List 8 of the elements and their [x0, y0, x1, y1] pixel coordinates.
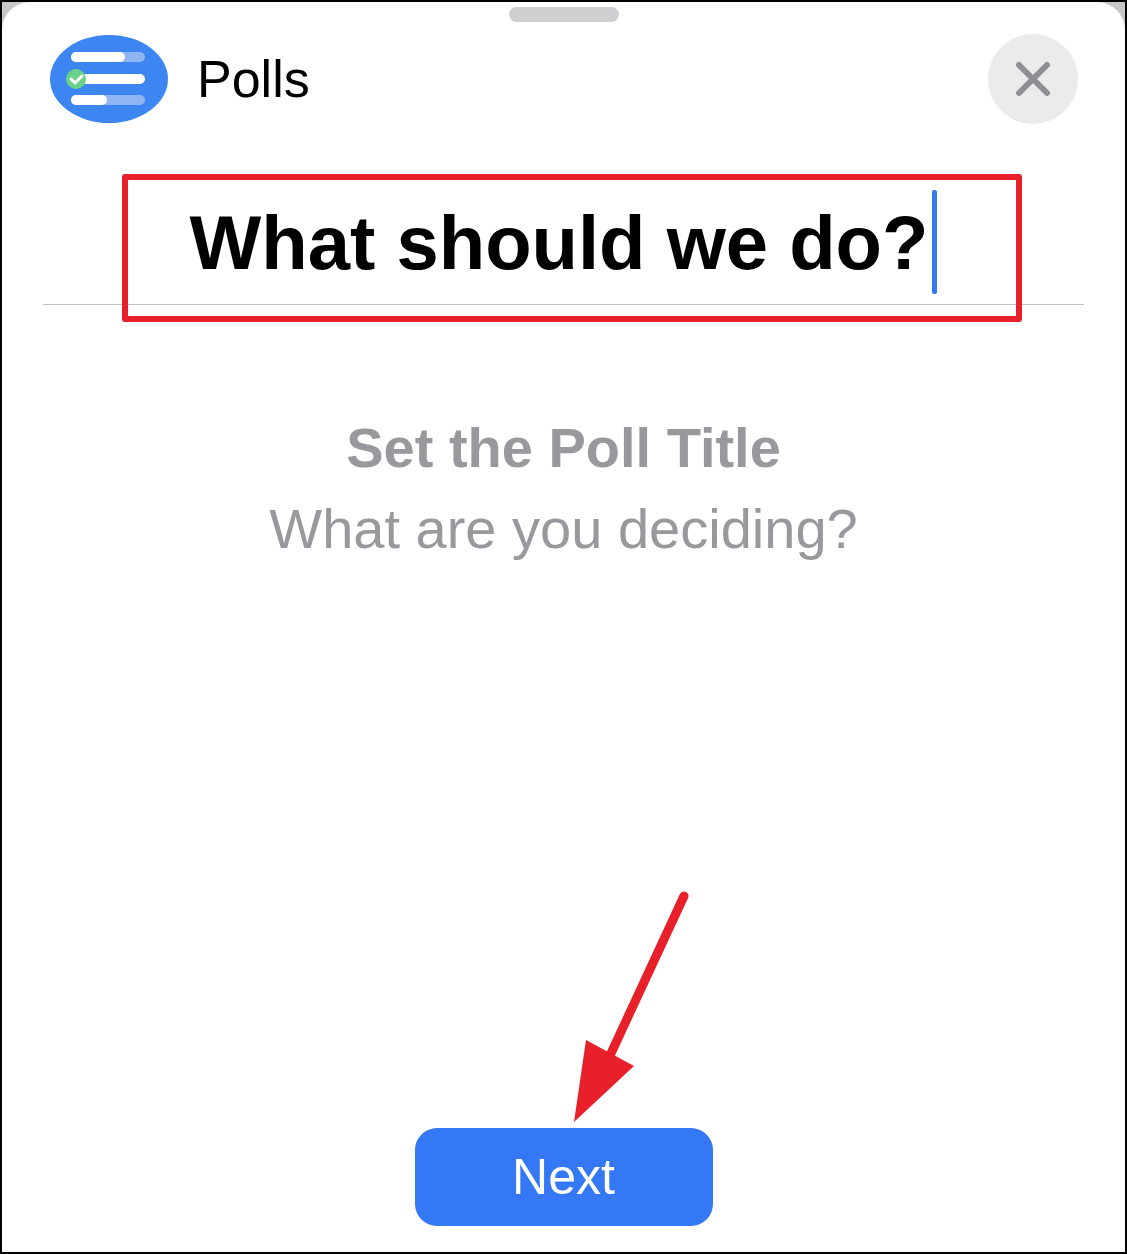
app-name: Polls — [197, 49, 310, 109]
prompt-subtitle: What are you deciding? — [269, 496, 858, 561]
title-field[interactable]: What should we do? — [189, 190, 938, 304]
next-button[interactable]: Next — [414, 1128, 713, 1226]
grabber-handle[interactable] — [509, 7, 619, 22]
close-icon — [1013, 59, 1053, 99]
prompt-heading: Set the Poll Title — [345, 415, 782, 480]
app-logo-icon — [49, 34, 169, 124]
